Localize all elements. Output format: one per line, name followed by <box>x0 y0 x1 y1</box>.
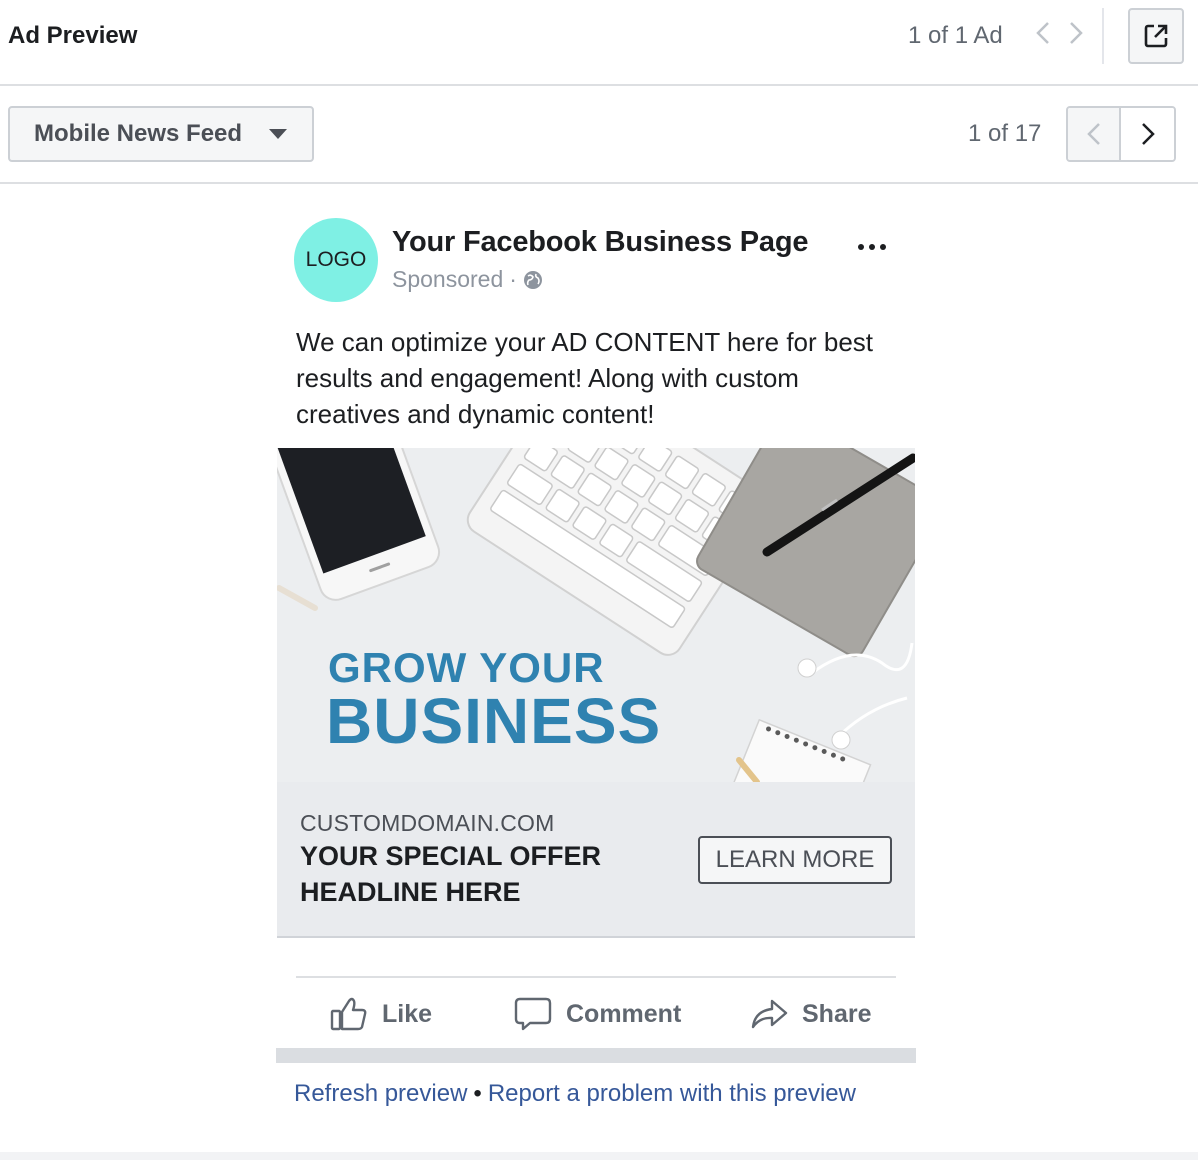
ad-preview-header: Ad Preview 1 of 1 Ad <box>0 0 1198 86</box>
next-placement-button[interactable] <box>1121 108 1174 160</box>
previous-ad-button[interactable] <box>1030 18 1056 48</box>
chevron-left-icon <box>1086 123 1100 145</box>
thumbs-up-icon <box>330 997 367 1031</box>
chevron-right-icon <box>1141 123 1155 145</box>
post-header: LOGO Your Facebook Business Page Sponsor… <box>294 218 904 304</box>
report-problem-link[interactable]: Report a problem with this preview <box>488 1080 856 1107</box>
placement-pager <box>1066 106 1176 162</box>
like-button[interactable]: Like <box>330 992 432 1036</box>
page-name-link[interactable]: Your Facebook Business Page <box>392 226 809 259</box>
comment-label: Comment <box>566 999 682 1028</box>
chevron-right-icon <box>1070 22 1083 44</box>
sponsored-label: Sponsored <box>392 266 504 292</box>
placement-dropdown[interactable]: Mobile News Feed <box>8 106 314 162</box>
bottom-divider <box>0 1152 1198 1160</box>
like-label: Like <box>382 999 433 1028</box>
footer-bullet: • <box>473 1080 482 1107</box>
card-bottom-strip <box>276 1048 916 1063</box>
comment-icon <box>514 997 552 1031</box>
post-body-text: We can optimize your AD CONTENT here for… <box>296 327 874 429</box>
post-meta: Sponsored · <box>392 266 543 293</box>
page-title: Ad Preview <box>8 22 138 49</box>
creative-headline-line2: BUSINESS <box>326 685 662 757</box>
caret-down-icon <box>269 129 287 139</box>
link-preview-bar[interactable]: CUSTOMDOMAIN.COM YOUR SPECIAL OFFER HEAD… <box>277 782 915 938</box>
meta-separator: · <box>509 266 517 292</box>
more-options-button[interactable] <box>852 232 892 262</box>
open-external-button[interactable] <box>1128 8 1184 64</box>
share-label: Share <box>802 999 872 1028</box>
chevron-left-icon <box>1036 22 1049 44</box>
more-icon <box>858 244 864 250</box>
share-button[interactable]: Share <box>750 992 871 1036</box>
next-ad-button[interactable] <box>1063 18 1089 48</box>
comment-button[interactable]: Comment <box>514 992 681 1036</box>
placement-counter: 1 of 17 <box>968 120 1042 147</box>
previous-placement-button[interactable] <box>1068 108 1122 160</box>
link-headline: YOUR SPECIAL OFFER HEADLINE HERE <box>300 841 602 907</box>
share-icon <box>751 999 788 1029</box>
refresh-preview-link[interactable]: Refresh preview <box>294 1080 467 1107</box>
link-domain: CUSTOMDOMAIN.COM <box>300 810 555 836</box>
post-actions: Like Comment Share <box>296 976 896 1048</box>
globe-icon <box>523 270 542 289</box>
learn-more-button[interactable]: LEARN MORE <box>698 836 892 884</box>
ad-creative-image[interactable]: GROW YOUR BUSINESS <box>277 448 915 782</box>
placement-label: Mobile News Feed <box>34 120 243 147</box>
external-link-icon <box>1144 24 1168 48</box>
ad-counter: 1 of 1 Ad <box>908 22 1003 49</box>
preview-footer: Refresh preview • Report a problem with th… <box>294 1080 856 1108</box>
page-logo[interactable]: LOGO <box>294 218 378 302</box>
header-divider <box>1102 8 1104 64</box>
placement-bar: Mobile News Feed 1 of 17 <box>0 86 1198 184</box>
